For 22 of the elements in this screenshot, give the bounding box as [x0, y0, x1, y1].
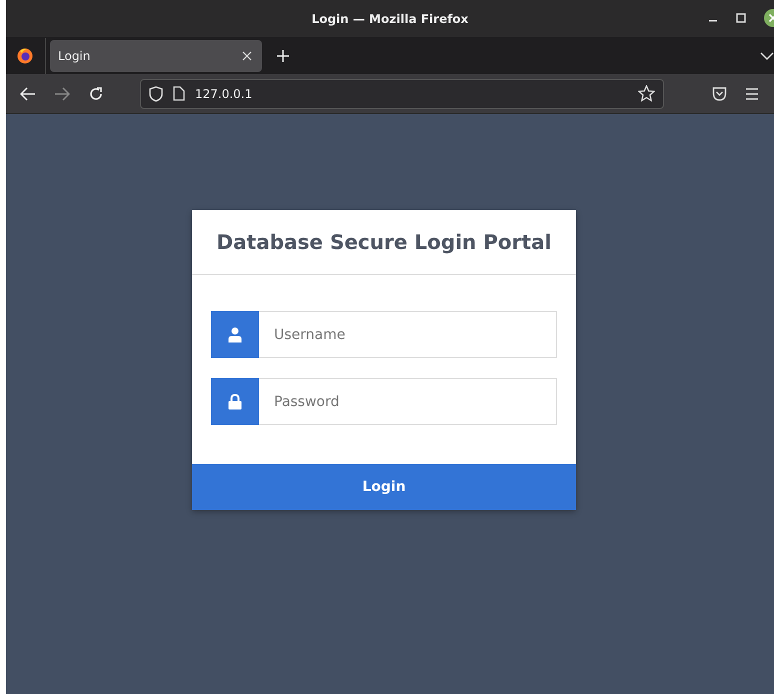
card-title: Database Secure Login Portal [216, 230, 552, 254]
back-icon[interactable] [20, 86, 36, 100]
maximize-icon[interactable] [736, 13, 746, 23]
address-bar[interactable]: 127.0.0.1 [140, 78, 664, 108]
page-icon [173, 86, 185, 101]
forward-icon[interactable] [54, 86, 70, 100]
browser-tab[interactable]: Login [50, 40, 262, 72]
input-field[interactable]: Username [259, 311, 557, 358]
window-title: Login — Mozilla Firefox [312, 12, 468, 26]
input-field[interactable]: Password [259, 378, 557, 425]
lock-icon [228, 394, 242, 410]
reload-icon[interactable] [88, 86, 104, 102]
close-tab-icon[interactable] [242, 50, 252, 60]
user-icon [228, 326, 242, 342]
shield-icon[interactable] [149, 86, 163, 102]
new-tab-icon[interactable] [276, 48, 290, 62]
bookmark-star-icon[interactable] [638, 85, 655, 102]
browser-logo-icon[interactable] [17, 48, 33, 64]
login-button[interactable]: Login [192, 464, 576, 510]
tab-list-icon[interactable] [760, 50, 774, 60]
menu-icon[interactable] [745, 88, 759, 100]
pocket-icon[interactable] [712, 86, 727, 100]
